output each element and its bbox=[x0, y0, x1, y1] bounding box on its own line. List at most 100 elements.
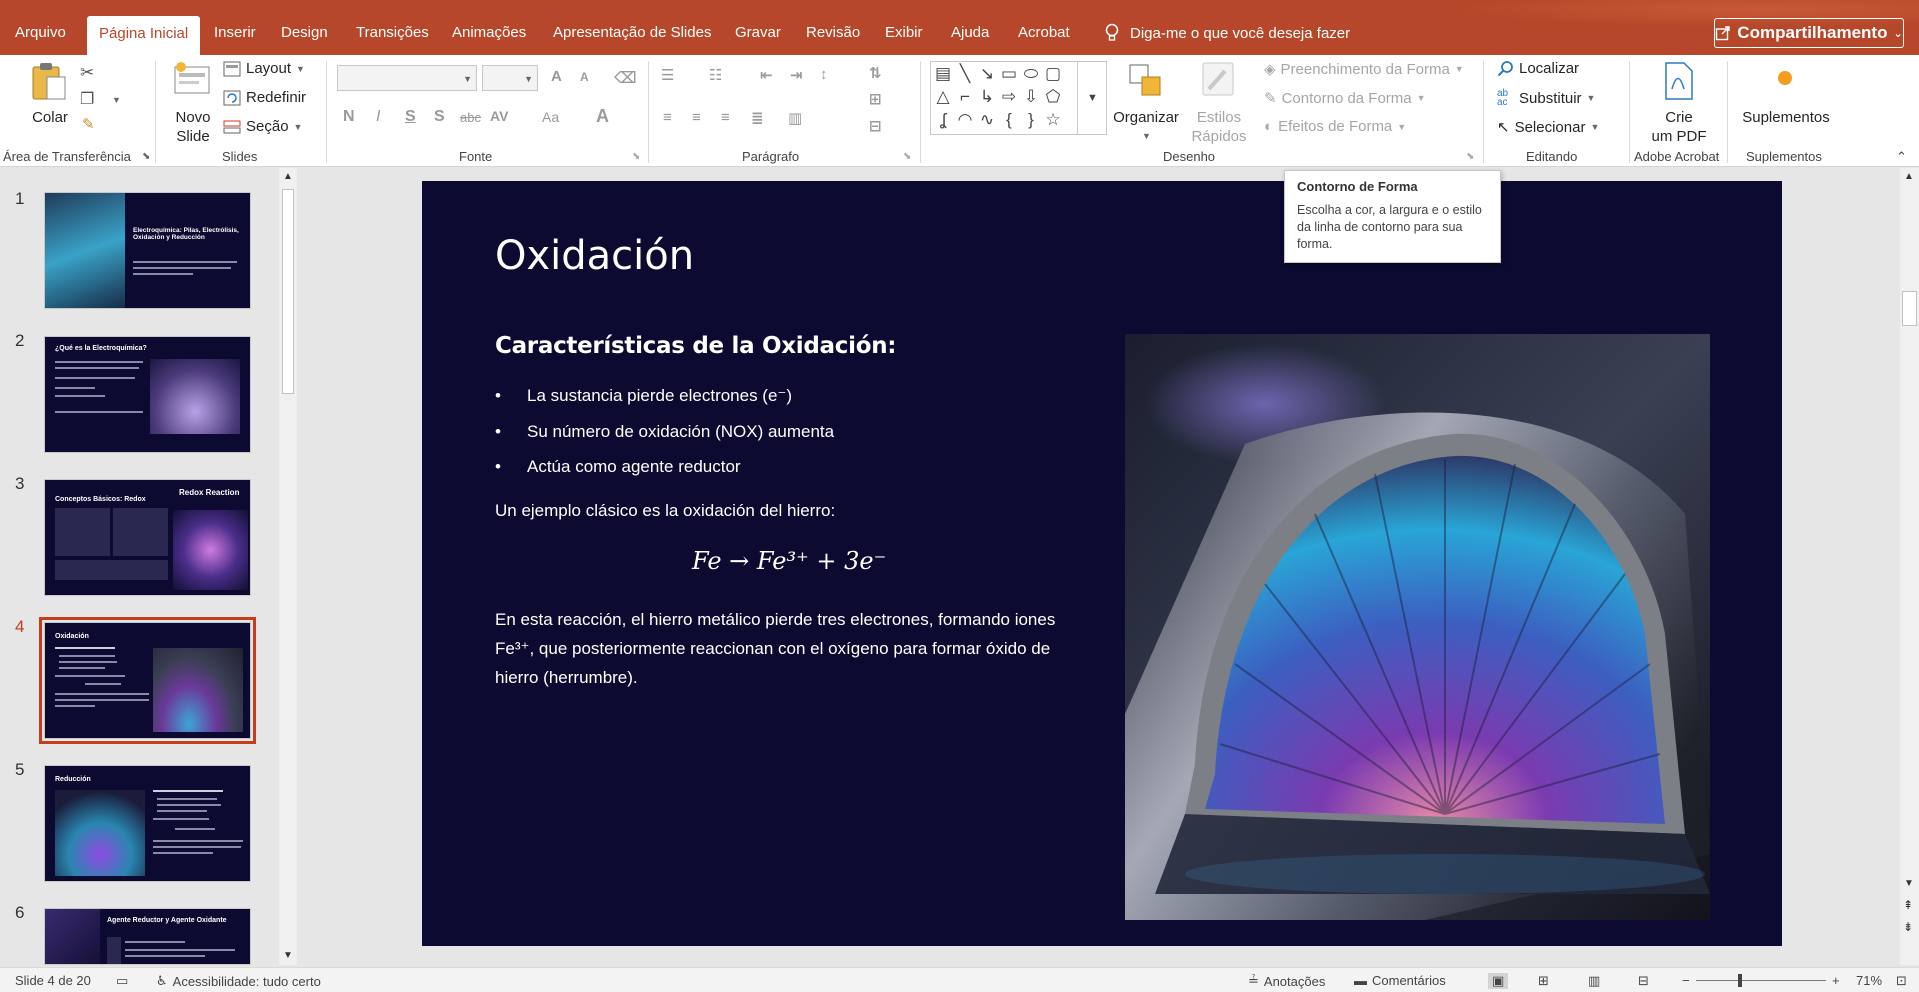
paragraph-launcher-icon[interactable]: ⬊ bbox=[903, 151, 911, 162]
zoom-out-icon[interactable]: − bbox=[1682, 973, 1690, 988]
bullets-icon[interactable]: ☰ bbox=[661, 66, 674, 84]
arc-shape-icon[interactable]: ◠ bbox=[955, 110, 975, 130]
clear-format-icon[interactable]: ⌫ bbox=[614, 68, 637, 88]
normal-view-icon[interactable]: ▣ bbox=[1488, 973, 1509, 989]
comments-button[interactable]: ▬ Comentários bbox=[1354, 973, 1446, 988]
scrollbar-thumb[interactable] bbox=[282, 189, 294, 394]
shapes-gallery[interactable]: ▤ ╲ ↘ ▭ ⬭ ▢ △ ⌐ ↳ ⇨ ⇩ ⬠ ʆ ◠ ∿ { } ☆ ▼ bbox=[930, 61, 1107, 135]
accessibility-status[interactable]: ♿ Acessibilidade: tudo certo bbox=[156, 973, 321, 989]
shape-outline-button[interactable]: ✎ Contorno da Forma ▼ bbox=[1264, 89, 1426, 108]
tab-design[interactable]: Design bbox=[281, 22, 328, 53]
cut-icon[interactable]: ✂ bbox=[80, 63, 94, 83]
change-case-button[interactable]: Aa bbox=[542, 109, 559, 125]
line-shape-icon[interactable]: ╲ bbox=[955, 64, 975, 84]
numbering-icon[interactable]: ☷ bbox=[709, 66, 722, 84]
shadow-button[interactable]: S bbox=[434, 108, 445, 126]
tab-exibir[interactable]: Exibir bbox=[885, 22, 923, 53]
tab-animacoes[interactable]: Animações bbox=[452, 22, 526, 53]
line-spacing-icon[interactable]: ↕ bbox=[820, 66, 828, 83]
tab-pagina-inicial[interactable]: Página Inicial bbox=[87, 16, 201, 55]
reset-button[interactable]: Redefinir bbox=[223, 89, 306, 106]
oxidized-metal-image[interactable] bbox=[1125, 334, 1710, 920]
tell-me-search[interactable]: Diga-me o que você deseja fazer bbox=[1104, 22, 1350, 44]
font-color-button[interactable]: A bbox=[596, 106, 609, 127]
bullet-item[interactable]: • Su número de oxidación (NOX) aumenta bbox=[495, 422, 834, 442]
elbow-connector-icon[interactable]: ⌐ bbox=[955, 87, 975, 107]
align-right-icon[interactable]: ≡ bbox=[721, 109, 730, 126]
oxidation-equation[interactable]: Fe → Fe³⁺ + 3e⁻ bbox=[692, 547, 886, 575]
new-slide-button[interactable]: Novo Slide bbox=[170, 61, 216, 145]
fit-slide-icon[interactable]: ⊡ bbox=[1896, 973, 1907, 989]
tab-ajuda[interactable]: Ajuda bbox=[951, 22, 989, 53]
bullet-item[interactable]: • Actúa como agente reductor bbox=[495, 457, 741, 477]
spellcheck-icon[interactable]: ▭ bbox=[116, 973, 128, 989]
star-shape-icon[interactable]: ☆ bbox=[1043, 110, 1063, 130]
font-shrink-icon[interactable]: A bbox=[580, 70, 589, 84]
right-brace-icon[interactable]: } bbox=[1021, 110, 1041, 130]
elbow-arrow-icon[interactable]: ↳ bbox=[977, 87, 997, 107]
slide-title[interactable]: Oxidación bbox=[495, 233, 694, 279]
select-button[interactable]: ↖ Selecionar ▼ bbox=[1497, 118, 1599, 137]
slide-thumbnail-5[interactable]: Reducción bbox=[44, 765, 251, 882]
thumbnail-scrollbar[interactable]: ▲ ▼ bbox=[279, 168, 297, 965]
slide-sorter-icon[interactable]: ⊞ bbox=[1538, 973, 1549, 989]
block-arrow-down-icon[interactable]: ⇩ bbox=[1021, 87, 1041, 107]
left-brace-icon[interactable]: { bbox=[999, 110, 1019, 130]
scroll-down-arrow-icon[interactable]: ▼ bbox=[283, 950, 293, 961]
find-button[interactable]: Localizar bbox=[1497, 60, 1579, 77]
create-pdf-button[interactable]: Crie um PDF bbox=[1640, 61, 1718, 145]
addins-button[interactable]: Suplementos bbox=[1738, 61, 1834, 145]
columns-icon[interactable]: ▥ bbox=[788, 109, 802, 127]
previous-slide-icon[interactable]: ⇞ bbox=[1903, 898, 1913, 912]
tab-apresentacao[interactable]: Apresentação de Slides bbox=[553, 22, 711, 53]
layout-button[interactable]: Layout ▼ bbox=[223, 60, 305, 77]
oval-shape-icon[interactable]: ⬭ bbox=[1021, 64, 1041, 84]
strikethrough-button[interactable]: abc bbox=[460, 110, 481, 125]
copy-dropdown-icon[interactable]: ▼ bbox=[112, 95, 121, 105]
zoom-slider-thumb[interactable] bbox=[1738, 974, 1743, 987]
rectangle-shape-icon[interactable]: ▭ bbox=[999, 64, 1019, 84]
text-direction-icon[interactable]: ⇅ bbox=[869, 64, 882, 82]
share-button[interactable]: Compartilhamento ⌄ bbox=[1714, 18, 1904, 48]
slide-subtitle[interactable]: Características de la Oxidación: bbox=[495, 333, 896, 359]
tab-gravar[interactable]: Gravar bbox=[735, 22, 781, 53]
font-grow-icon[interactable]: A bbox=[551, 68, 562, 85]
align-text-icon[interactable]: ⊞ bbox=[869, 90, 882, 108]
format-painter-icon[interactable]: ✎ bbox=[82, 115, 95, 133]
shape-effects-button[interactable]: ◐ Efeitos de Forma ▼ bbox=[1264, 118, 1406, 135]
notes-button[interactable]: ≟ Anotações bbox=[1248, 973, 1325, 989]
triangle-shape-icon[interactable]: △ bbox=[933, 87, 953, 107]
shapes-more-button[interactable]: ▼ bbox=[1077, 62, 1107, 134]
tab-revisao[interactable]: Revisão bbox=[806, 22, 860, 53]
char-spacing-button[interactable]: AV bbox=[490, 108, 508, 124]
copy-icon[interactable]: ❐ bbox=[80, 89, 94, 109]
shape-fill-button[interactable]: ◈ Preenchimento da Forma ▼ bbox=[1264, 60, 1464, 79]
block-arrow-right-icon[interactable]: ⇨ bbox=[999, 87, 1019, 107]
tab-inserir[interactable]: Inserir bbox=[214, 22, 256, 53]
tab-transicoes[interactable]: Transições bbox=[356, 22, 429, 53]
scribble-shape-icon[interactable]: ʆ bbox=[933, 110, 953, 130]
scroll-down-arrow-icon[interactable]: ▼ bbox=[1904, 878, 1914, 889]
underline-button[interactable]: S bbox=[405, 108, 416, 126]
scroll-up-arrow-icon[interactable]: ▲ bbox=[1904, 171, 1914, 182]
slide-scrollbar[interactable]: ▲ ▼ ⇞ ⇟ bbox=[1900, 168, 1919, 965]
textbox-shape-icon[interactable]: ▤ bbox=[933, 64, 953, 84]
curve-shape-icon[interactable]: ∿ bbox=[977, 110, 997, 130]
quick-styles-button[interactable]: Estilos Rápidos bbox=[1184, 61, 1254, 145]
example-text[interactable]: Un ejemplo clásico es la oxidación del h… bbox=[495, 496, 1095, 525]
zoom-level[interactable]: 71% bbox=[1856, 973, 1882, 988]
drawing-launcher-icon[interactable]: ⬊ bbox=[1466, 151, 1474, 162]
tab-acrobat[interactable]: Acrobat bbox=[1018, 22, 1070, 53]
bullet-item[interactable]: • La sustancia pierde electrones (e⁻) bbox=[495, 386, 792, 406]
replace-button[interactable]: ab ac Substituir ▼ bbox=[1497, 89, 1595, 108]
decrease-indent-icon[interactable]: ⇤ bbox=[760, 66, 773, 84]
arrow-line-shape-icon[interactable]: ↘ bbox=[977, 64, 997, 84]
paste-button[interactable]: Colar bbox=[30, 61, 70, 141]
font-name-box[interactable]: ▼ bbox=[337, 65, 477, 91]
slide-thumbnail-1[interactable]: Electroquímica: Pilas, Electrólisis, Oxi… bbox=[44, 192, 251, 309]
slide-canvas[interactable]: Oxidación Características de la Oxidació… bbox=[422, 181, 1782, 946]
slide-thumbnail-4[interactable]: Oxidación bbox=[39, 617, 256, 744]
scrollbar-thumb[interactable] bbox=[1902, 291, 1917, 326]
section-button[interactable]: Seção ▼ bbox=[223, 118, 302, 135]
align-center-icon[interactable]: ≡ bbox=[692, 109, 701, 126]
